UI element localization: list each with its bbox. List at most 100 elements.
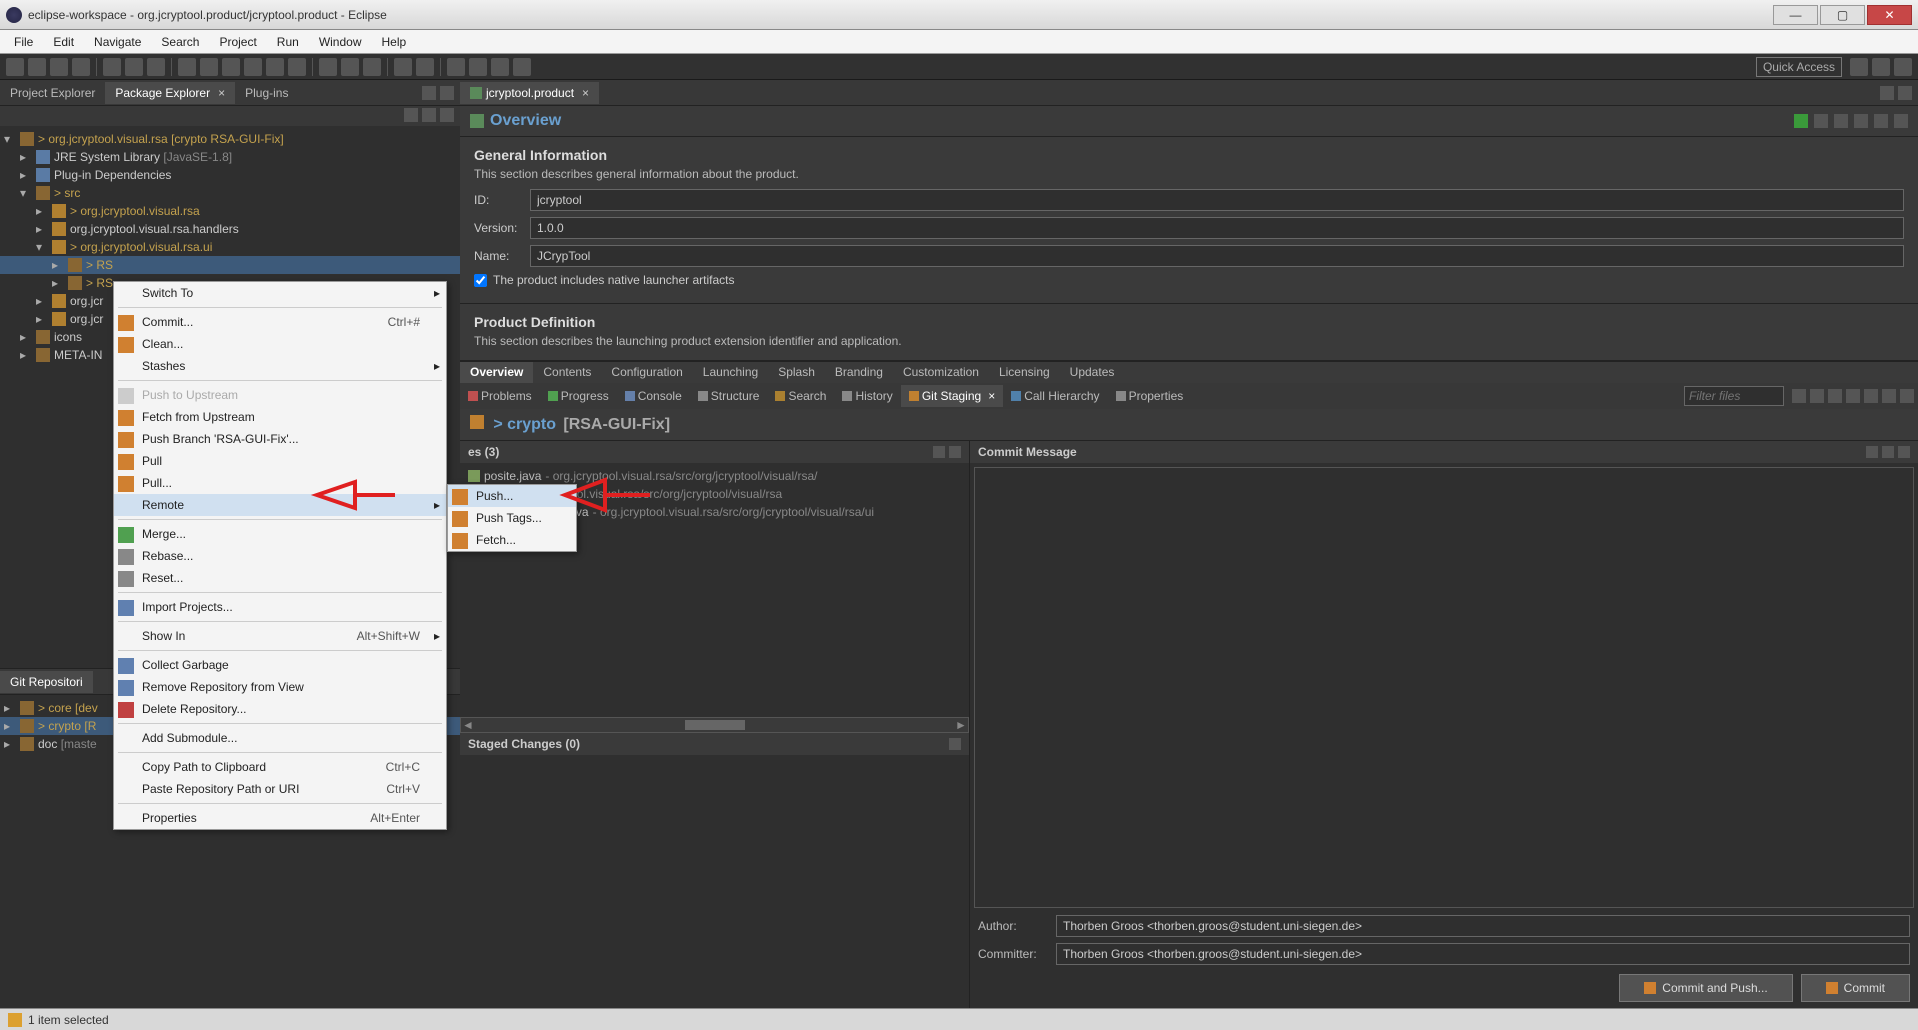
- view-structure[interactable]: Structure: [690, 385, 768, 407]
- tree-item[interactable]: ▸> RS: [0, 256, 460, 274]
- menu-project[interactable]: Project: [209, 32, 266, 52]
- help-icon[interactable]: [1894, 114, 1908, 128]
- toolbar-button[interactable]: [200, 58, 218, 76]
- page-contents[interactable]: Contents: [533, 362, 601, 383]
- toolbar-icon[interactable]: [933, 446, 945, 458]
- tab-package-explorer[interactable]: Package Explorer×: [105, 82, 235, 104]
- filter-files-input[interactable]: [1684, 386, 1784, 406]
- menu-file[interactable]: File: [4, 32, 43, 52]
- toolbar-button[interactable]: [72, 58, 90, 76]
- toolbar-icon[interactable]: [949, 446, 961, 458]
- toolbar-button[interactable]: [469, 58, 487, 76]
- toolbar-button[interactable]: [178, 58, 196, 76]
- menu-search[interactable]: Search: [151, 32, 209, 52]
- toolbar-icon[interactable]: [1792, 389, 1806, 403]
- commit-button[interactable]: Commit: [1801, 974, 1910, 1002]
- perspective-button[interactable]: [1850, 58, 1868, 76]
- menu-delete-repository[interactable]: Delete Repository...: [114, 698, 446, 720]
- menu-remove-repository[interactable]: Remove Repository from View: [114, 676, 446, 698]
- toolbar-button[interactable]: [103, 58, 121, 76]
- maximize-view-icon[interactable]: [1898, 86, 1912, 100]
- toolbar-button[interactable]: [394, 58, 412, 76]
- committer-field[interactable]: [1056, 943, 1910, 965]
- commit-message-input[interactable]: [974, 467, 1914, 908]
- view-search[interactable]: Search: [767, 385, 834, 407]
- menu-edit[interactable]: Edit: [43, 32, 84, 52]
- close-icon[interactable]: ×: [988, 389, 995, 403]
- menu-stashes[interactable]: Stashes▸: [114, 355, 446, 377]
- menu-fetch-upstream[interactable]: Fetch from Upstream: [114, 406, 446, 428]
- author-field[interactable]: [1056, 915, 1910, 937]
- toolbar-icon[interactable]: [1810, 389, 1824, 403]
- view-history[interactable]: History: [834, 385, 900, 407]
- page-branding[interactable]: Branding: [825, 362, 893, 383]
- name-field[interactable]: [530, 245, 1904, 267]
- toolbar-button[interactable]: [416, 58, 434, 76]
- maximize-view-icon[interactable]: [440, 86, 454, 100]
- toolbar-button[interactable]: [319, 58, 337, 76]
- view-git-staging[interactable]: Git Staging×: [901, 385, 1003, 407]
- close-icon[interactable]: ×: [582, 86, 589, 100]
- toolbar-icon[interactable]: [1898, 446, 1910, 458]
- toolbar-icon[interactable]: [1854, 114, 1868, 128]
- perspective-button[interactable]: [1894, 58, 1912, 76]
- toolbar-button[interactable]: [147, 58, 165, 76]
- tab-project-explorer[interactable]: Project Explorer: [0, 82, 105, 104]
- maximize-button[interactable]: ▢: [1820, 5, 1865, 25]
- perspective-button[interactable]: [1872, 58, 1890, 76]
- toolbar-icon[interactable]: [949, 738, 961, 750]
- menu-copy-path[interactable]: Copy Path to ClipboardCtrl+C: [114, 756, 446, 778]
- view-problems[interactable]: Problems: [460, 385, 540, 407]
- menu-clean[interactable]: Clean...: [114, 333, 446, 355]
- menu-merge[interactable]: Merge...: [114, 523, 446, 545]
- view-call-hierarchy[interactable]: Call Hierarchy: [1003, 385, 1107, 407]
- maximize-view-icon[interactable]: [1900, 389, 1914, 403]
- menu-switch-to[interactable]: Switch To▸: [114, 282, 446, 304]
- submenu-fetch[interactable]: Fetch...: [448, 529, 576, 551]
- menu-navigate[interactable]: Navigate: [84, 32, 151, 52]
- page-configuration[interactable]: Configuration: [601, 362, 692, 383]
- menu-collect-garbage[interactable]: Collect Garbage: [114, 654, 446, 676]
- submenu-push-tags[interactable]: Push Tags...: [448, 507, 576, 529]
- toolbar-icon[interactable]: [1828, 389, 1842, 403]
- toolbar-button[interactable]: [341, 58, 359, 76]
- menu-run[interactable]: Run: [267, 32, 309, 52]
- native-launcher-checkbox[interactable]: [474, 274, 487, 287]
- menu-push-branch[interactable]: Push Branch 'RSA-GUI-Fix'...: [114, 428, 446, 450]
- toolbar-button[interactable]: [125, 58, 143, 76]
- page-overview[interactable]: Overview: [460, 362, 533, 383]
- toolbar-icon[interactable]: [1814, 114, 1828, 128]
- horizontal-scrollbar[interactable]: ◄►: [460, 717, 969, 733]
- view-progress[interactable]: Progress: [540, 385, 617, 407]
- toolbar-button[interactable]: [447, 58, 465, 76]
- toolbar-icon[interactable]: [1882, 446, 1894, 458]
- menu-rebase[interactable]: Rebase...: [114, 545, 446, 567]
- toolbar-icon[interactable]: [1874, 114, 1888, 128]
- toolbar-button[interactable]: [513, 58, 531, 76]
- submenu-push[interactable]: Push...: [448, 485, 576, 507]
- menu-properties[interactable]: PropertiesAlt+Enter: [114, 807, 446, 829]
- tab-git-repositories[interactable]: Git Repositori: [0, 671, 93, 693]
- commit-and-push-button[interactable]: Commit and Push...: [1619, 974, 1792, 1002]
- page-launching[interactable]: Launching: [693, 362, 768, 383]
- menu-show-in[interactable]: Show InAlt+Shift+W▸: [114, 625, 446, 647]
- collapse-all-icon[interactable]: [404, 108, 418, 122]
- minimize-view-icon[interactable]: [1880, 86, 1894, 100]
- page-splash[interactable]: Splash: [768, 362, 825, 383]
- toolbar-button[interactable]: [288, 58, 306, 76]
- minimize-button[interactable]: —: [1773, 5, 1818, 25]
- page-updates[interactable]: Updates: [1060, 362, 1125, 383]
- menu-reset[interactable]: Reset...: [114, 567, 446, 589]
- menu-pull[interactable]: Pull: [114, 450, 446, 472]
- version-field[interactable]: [530, 217, 1904, 239]
- toolbar-icon[interactable]: [1834, 114, 1848, 128]
- page-customization[interactable]: Customization: [893, 362, 989, 383]
- quick-access[interactable]: Quick Access: [1756, 57, 1842, 77]
- toolbar-button[interactable]: [266, 58, 284, 76]
- editor-tab[interactable]: jcryptool.product×: [460, 82, 599, 104]
- view-console[interactable]: Console: [617, 385, 690, 407]
- toolbar-icon[interactable]: [1864, 389, 1878, 403]
- toolbar-button[interactable]: [222, 58, 240, 76]
- menu-help[interactable]: Help: [372, 32, 417, 52]
- toolbar-icon[interactable]: [1866, 446, 1878, 458]
